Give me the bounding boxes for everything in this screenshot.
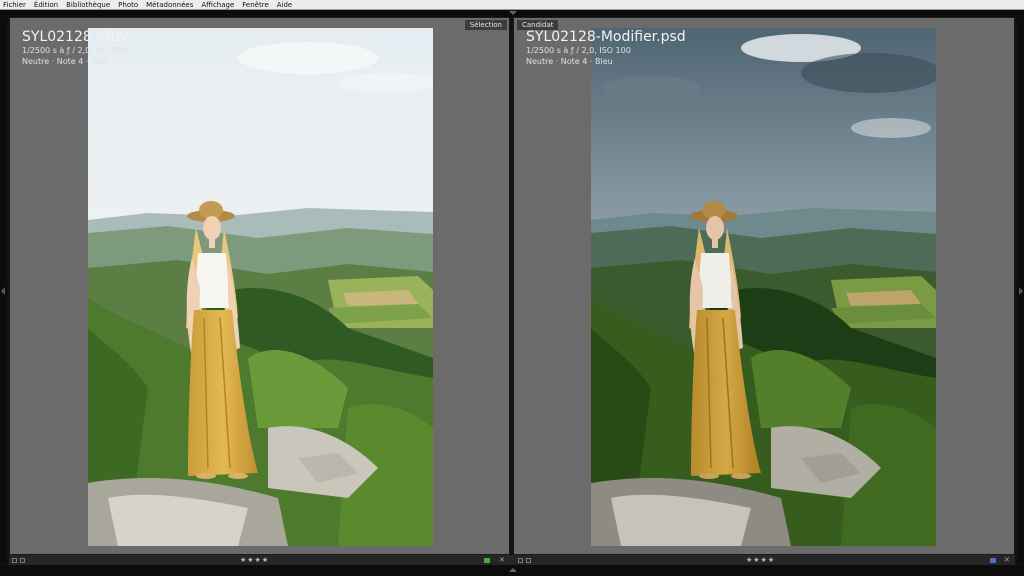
collapse-right-panel-icon[interactable] <box>1019 287 1023 295</box>
menu-affichage[interactable]: Affichage <box>201 0 234 10</box>
flag-controls-candidate <box>518 555 534 565</box>
expand-filmstrip-icon[interactable] <box>509 568 517 572</box>
photo-tags: Neutre · Note 4 · Bleu <box>526 57 613 66</box>
color-label-green-icon[interactable] <box>484 558 490 563</box>
photo-tags: Neutre · Note 4 · Vert <box>22 57 108 66</box>
photo-edited[interactable] <box>591 28 936 546</box>
close-select-icon[interactable]: ✕ <box>499 555 505 565</box>
menu-bar: Fichier Édition Bibliothèque Photo Métad… <box>0 0 1024 10</box>
star-rating-candidate[interactable]: ★★★★ <box>746 555 775 565</box>
menu-fichier[interactable]: Fichier <box>3 0 26 10</box>
photo-original[interactable] <box>88 28 433 546</box>
exposure-info: 1/2500 s à ƒ / 2,0, ISO 100 <box>526 46 631 55</box>
collapse-left-panel-icon[interactable] <box>1 287 5 295</box>
filename: SYL02128-Modifier.psd <box>526 29 686 45</box>
collapse-top-panel-icon[interactable] <box>509 11 517 15</box>
flag-controls-select <box>12 555 28 565</box>
menu-photo[interactable]: Photo <box>118 0 138 10</box>
menu-metadonnees[interactable]: Métadonnées <box>146 0 193 10</box>
exposure-info: 1/2500 s à ƒ / 2,0, ISO 100 <box>22 46 127 55</box>
compare-pane-candidate[interactable]: Candidat SYL02128-Modifier.psd 1/2500 s … <box>513 17 1015 555</box>
left-panel-toggle-strip[interactable] <box>0 17 7 563</box>
filename: SYL02128.ARW <box>22 29 129 45</box>
close-candidate-icon[interactable]: ✕ <box>1004 555 1010 565</box>
compare-pane-select[interactable]: Sélection SYL02128.ARW 1/2500 s à ƒ / 2,… <box>9 17 510 555</box>
top-panel-toggle-strip[interactable] <box>0 10 1024 17</box>
flag-pick-icon[interactable] <box>518 557 523 563</box>
menu-aide[interactable]: Aide <box>277 0 292 10</box>
compare-toolbar: ★★★★ ✕ ★★★★ ✕ <box>9 555 1015 565</box>
photo-info-overlay: SYL02128.ARW 1/2500 s à ƒ / 2,0, ISO 100… <box>22 29 129 67</box>
pane-label-select: Sélection <box>464 20 507 30</box>
flag-reject-icon[interactable] <box>526 557 531 563</box>
right-panel-toggle-strip[interactable] <box>1017 17 1024 563</box>
color-label-blue-icon[interactable] <box>990 558 996 563</box>
flag-reject-icon[interactable] <box>20 557 25 563</box>
menu-fenetre[interactable]: Fenêtre <box>242 0 268 10</box>
menu-edition[interactable]: Édition <box>34 0 58 10</box>
star-rating-select[interactable]: ★★★★ <box>240 555 269 565</box>
flag-pick-icon[interactable] <box>12 557 17 563</box>
menu-bibliotheque[interactable]: Bibliothèque <box>66 0 110 10</box>
photo-info-overlay: SYL02128-Modifier.psd 1/2500 s à ƒ / 2,0… <box>526 29 686 67</box>
filmstrip-toggle-strip[interactable] <box>0 565 1024 576</box>
